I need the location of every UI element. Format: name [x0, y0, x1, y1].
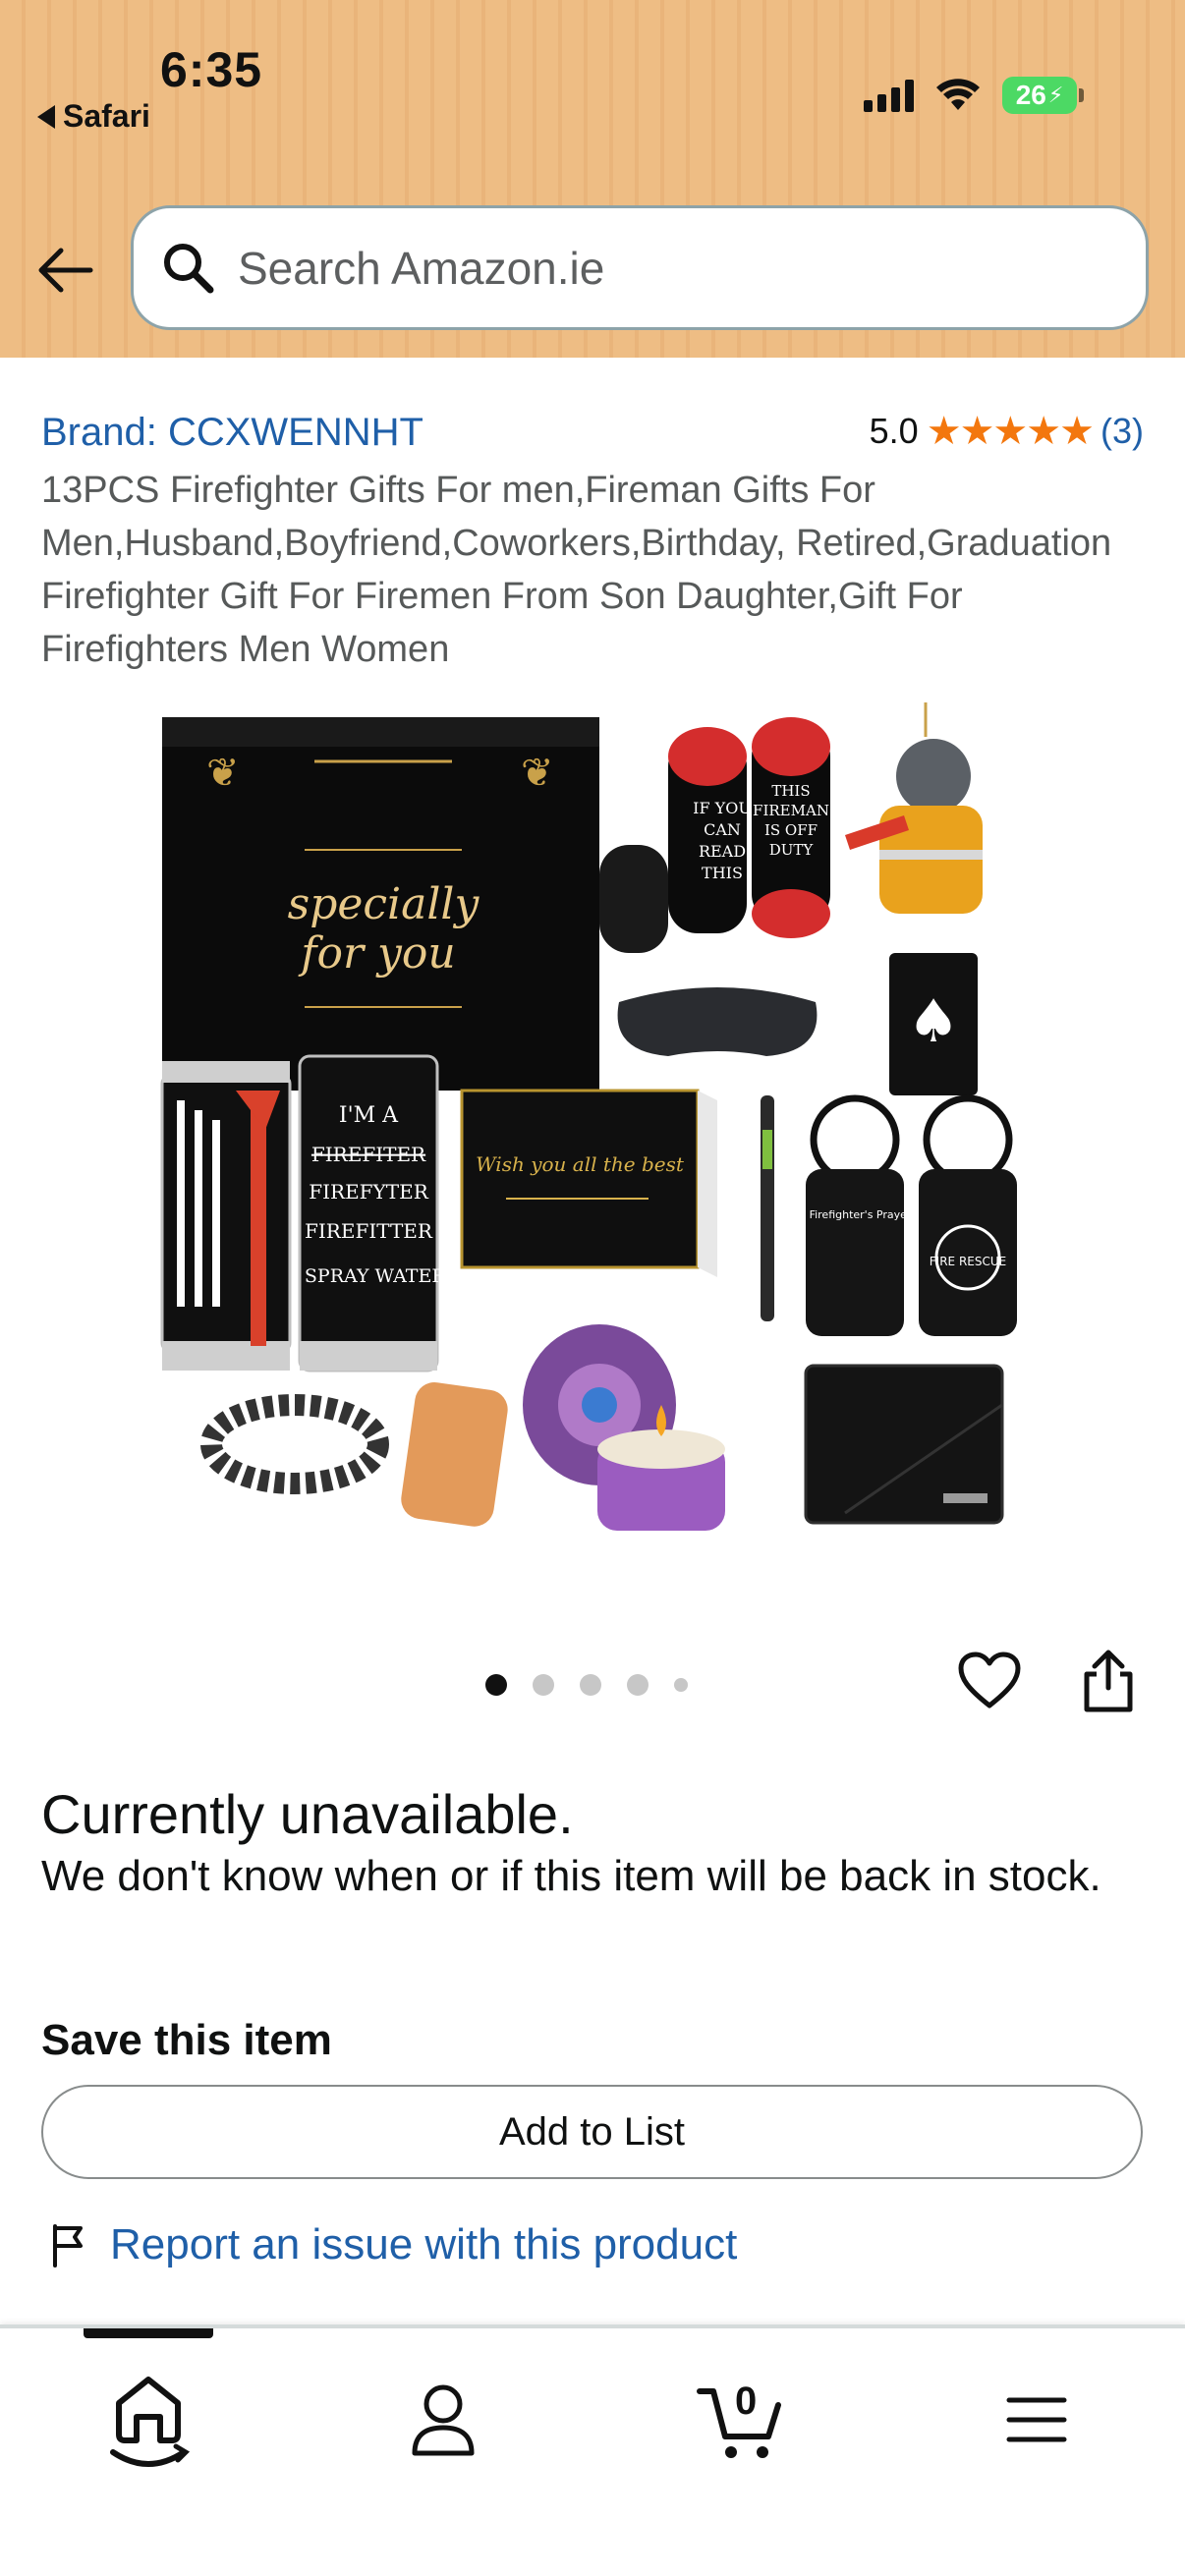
cart-count: 0: [735, 2380, 758, 2423]
keychain-prayer: [806, 1169, 904, 1336]
save-item-heading: Save this item: [41, 2016, 332, 2064]
svg-text:IF YOU: IF YOU: [693, 799, 752, 817]
svg-text:DUTY: DUTY: [769, 841, 815, 859]
page-dot[interactable]: [627, 1674, 649, 1696]
status-time: 6:35: [160, 42, 263, 97]
account-icon: [412, 2384, 475, 2456]
image-pagination[interactable]: [485, 1674, 688, 1696]
back-to-safari[interactable]: Safari: [37, 98, 150, 135]
availability-text: We don't know when or if this item will …: [41, 1852, 1101, 1900]
share-icon[interactable]: [1079, 1649, 1138, 1713]
report-issue-link[interactable]: Report an issue with this product: [51, 2220, 737, 2269]
svg-text:THIS: THIS: [702, 864, 743, 882]
svg-text:CAN: CAN: [704, 820, 741, 839]
multi-tool-pen: [761, 1095, 774, 1321]
sleep-mask: [617, 987, 818, 1056]
rating-summary[interactable]: 5.0 ★★★★★ (3): [870, 409, 1144, 454]
box-text-2: for you: [298, 928, 455, 979]
tab-menu[interactable]: [973, 2356, 1100, 2484]
svg-text:FIREMAN: FIREMAN: [753, 802, 829, 819]
back-app-label: Safari: [63, 98, 150, 134]
svg-text:FIRE RESCUE: FIRE RESCUE: [930, 1255, 1006, 1268]
tab-cart[interactable]: 0: [676, 2356, 804, 2484]
bead-bracelet: [200, 1394, 389, 1494]
battery-icon: 26 ⚡: [1002, 77, 1084, 114]
wooden-comb: [401, 1382, 508, 1527]
rating-count[interactable]: (3): [1100, 411, 1144, 452]
flag-icon: [53, 2224, 83, 2268]
status-icons: 26 ⚡: [864, 77, 1084, 114]
wifi-icon: [936, 79, 980, 110]
app-header: 6:35 Safari 26 ⚡: [0, 0, 1185, 358]
greeting-card: [460, 1089, 700, 1269]
svg-text:THIS: THIS: [771, 782, 810, 800]
ornament-icon: ❦: [206, 751, 240, 796]
search-input[interactable]: [238, 241, 1102, 295]
firefighter-ornament: [896, 739, 971, 813]
cellular-signal-icon: [864, 79, 914, 112]
tab-account[interactable]: [379, 2356, 507, 2484]
home-icon: [110, 2377, 191, 2467]
star-rating-icon: ★★★★★: [926, 410, 1095, 453]
product-title: 13PCS Firefighter Gifts For men,Fireman …: [41, 470, 1112, 670]
svg-text:I'M A: I'M A: [339, 1103, 399, 1128]
page-dot[interactable]: [674, 1678, 688, 1692]
active-tab-indicator: [84, 2328, 213, 2338]
page-dot[interactable]: [533, 1674, 554, 1696]
rating-value: 5.0: [869, 411, 919, 451]
back-triangle-icon: [37, 104, 55, 129]
page-dot[interactable]: [485, 1674, 507, 1696]
tab-home[interactable]: [85, 2356, 212, 2484]
search-icon: [164, 243, 214, 293]
svg-text:I SPRAY WATER: I SPRAY WATER: [291, 1265, 446, 1287]
product-image[interactable]: ❦ ❦ specially for you I'M A FIREFITER FI…: [157, 698, 1022, 1562]
svg-text:Wish you all the best: Wish you all the best: [476, 1152, 685, 1176]
box-text-1: specially: [288, 879, 480, 929]
svg-text:READ: READ: [699, 842, 746, 861]
bottom-tab-bar: 0: [0, 2324, 1185, 2576]
svg-text:FIREFYTER: FIREFYTER: [309, 1180, 428, 1204]
spade-icon: ♠: [907, 987, 960, 1056]
svg-text:FIREFITER: FIREFITER: [311, 1143, 426, 1166]
keychain-fire-rescue: [919, 1169, 1017, 1336]
page-dot[interactable]: [580, 1674, 601, 1696]
battery-level: 26: [1015, 80, 1046, 110]
menu-icon: [1006, 2397, 1067, 2442]
report-issue-label[interactable]: Report an issue with this product: [110, 2220, 737, 2269]
search-bar[interactable]: [131, 205, 1149, 330]
ornament-icon: ❦: [521, 751, 554, 796]
availability-heading: Currently unavailable.: [41, 1783, 574, 1845]
back-arrow-icon[interactable]: [33, 239, 96, 302]
brand-link[interactable]: Brand: CCXWENNHT: [41, 411, 423, 455]
heart-icon[interactable]: [957, 1651, 1022, 1711]
add-to-list-button[interactable]: Add to List: [41, 2085, 1143, 2179]
svg-text:A Firefighter's Prayer: A Firefighter's Prayer: [799, 1208, 912, 1221]
svg-text:IS OFF: IS OFF: [764, 821, 818, 839]
svg-text:FIREFITTER: FIREFITTER: [305, 1219, 433, 1243]
